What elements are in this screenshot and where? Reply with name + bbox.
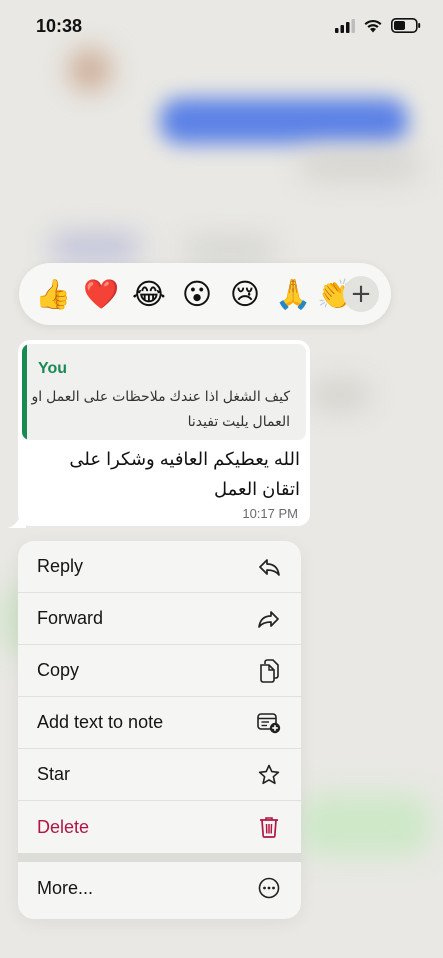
menu-item-delete[interactable]: Delete bbox=[18, 801, 301, 853]
status-time: 10:38 bbox=[36, 16, 83, 36]
menu-item-more[interactable]: More... bbox=[18, 862, 301, 914]
menu-separator bbox=[18, 853, 301, 862]
trash-icon bbox=[257, 815, 281, 839]
cellular-signal-icon bbox=[335, 18, 355, 33]
menu-item-copy[interactable]: Copy bbox=[18, 645, 301, 697]
message-timestamp: 10:17 PM bbox=[242, 506, 298, 521]
bubble-tail bbox=[8, 516, 26, 528]
star-icon bbox=[257, 763, 281, 787]
quote-author: You bbox=[38, 360, 68, 377]
battery-icon bbox=[391, 18, 421, 33]
reaction-bar: 👍 ❤️ 😂 😮 😢 🙏 👏 + bbox=[19, 263, 391, 325]
menu-item-add-text-to-note[interactable]: Add text to note bbox=[18, 697, 301, 749]
message-bubble[interactable]: You كيف الشغل اذا عندك ملاحظات على العمل… bbox=[18, 340, 310, 526]
thumbs-up-emoji[interactable]: 👍 bbox=[29, 270, 77, 318]
menu-item-label: Star bbox=[37, 764, 71, 784]
crying-emoji[interactable]: 😢 bbox=[221, 270, 269, 318]
status-bar: 10:38 bbox=[0, 0, 443, 56]
menu-item-label: Delete bbox=[37, 816, 90, 837]
quoted-message[interactable]: You كيف الشغل اذا عندك ملاحظات على العمل… bbox=[22, 344, 306, 440]
ellipsis-circle-icon bbox=[257, 876, 281, 900]
wifi-icon bbox=[364, 19, 382, 33]
menu-item-forward[interactable]: Forward bbox=[18, 593, 301, 645]
tears-of-joy-emoji[interactable]: 😂 bbox=[125, 270, 173, 318]
reply-icon bbox=[257, 555, 281, 579]
surprised-emoji[interactable]: 😮 bbox=[173, 270, 221, 318]
quote-text: كيف الشغل اذا عندك ملاحظات على العمل او … bbox=[31, 388, 290, 429]
message-text: الله يعطيكم العافيه وشكرا على اتقان العم… bbox=[69, 449, 300, 499]
menu-item-label: Reply bbox=[37, 556, 84, 576]
add-note-icon bbox=[257, 711, 281, 735]
more-reactions-button[interactable]: + bbox=[343, 276, 379, 312]
folded-hands-emoji[interactable]: 🙏 bbox=[269, 270, 317, 318]
menu-item-star[interactable]: Star bbox=[18, 749, 301, 801]
menu-item-reply[interactable]: Reply bbox=[18, 541, 301, 593]
message-context-menu: Reply Forward Copy Add text to note Star… bbox=[18, 541, 301, 919]
copy-icon bbox=[257, 658, 281, 683]
menu-item-label: Copy bbox=[37, 660, 80, 680]
forward-icon bbox=[257, 607, 281, 631]
menu-item-label: Add text to note bbox=[37, 712, 164, 732]
menu-item-label: Forward bbox=[37, 608, 104, 628]
red-heart-emoji[interactable]: ❤️ bbox=[77, 270, 125, 318]
status-icons bbox=[335, 18, 421, 33]
menu-item-label: More... bbox=[37, 877, 94, 898]
